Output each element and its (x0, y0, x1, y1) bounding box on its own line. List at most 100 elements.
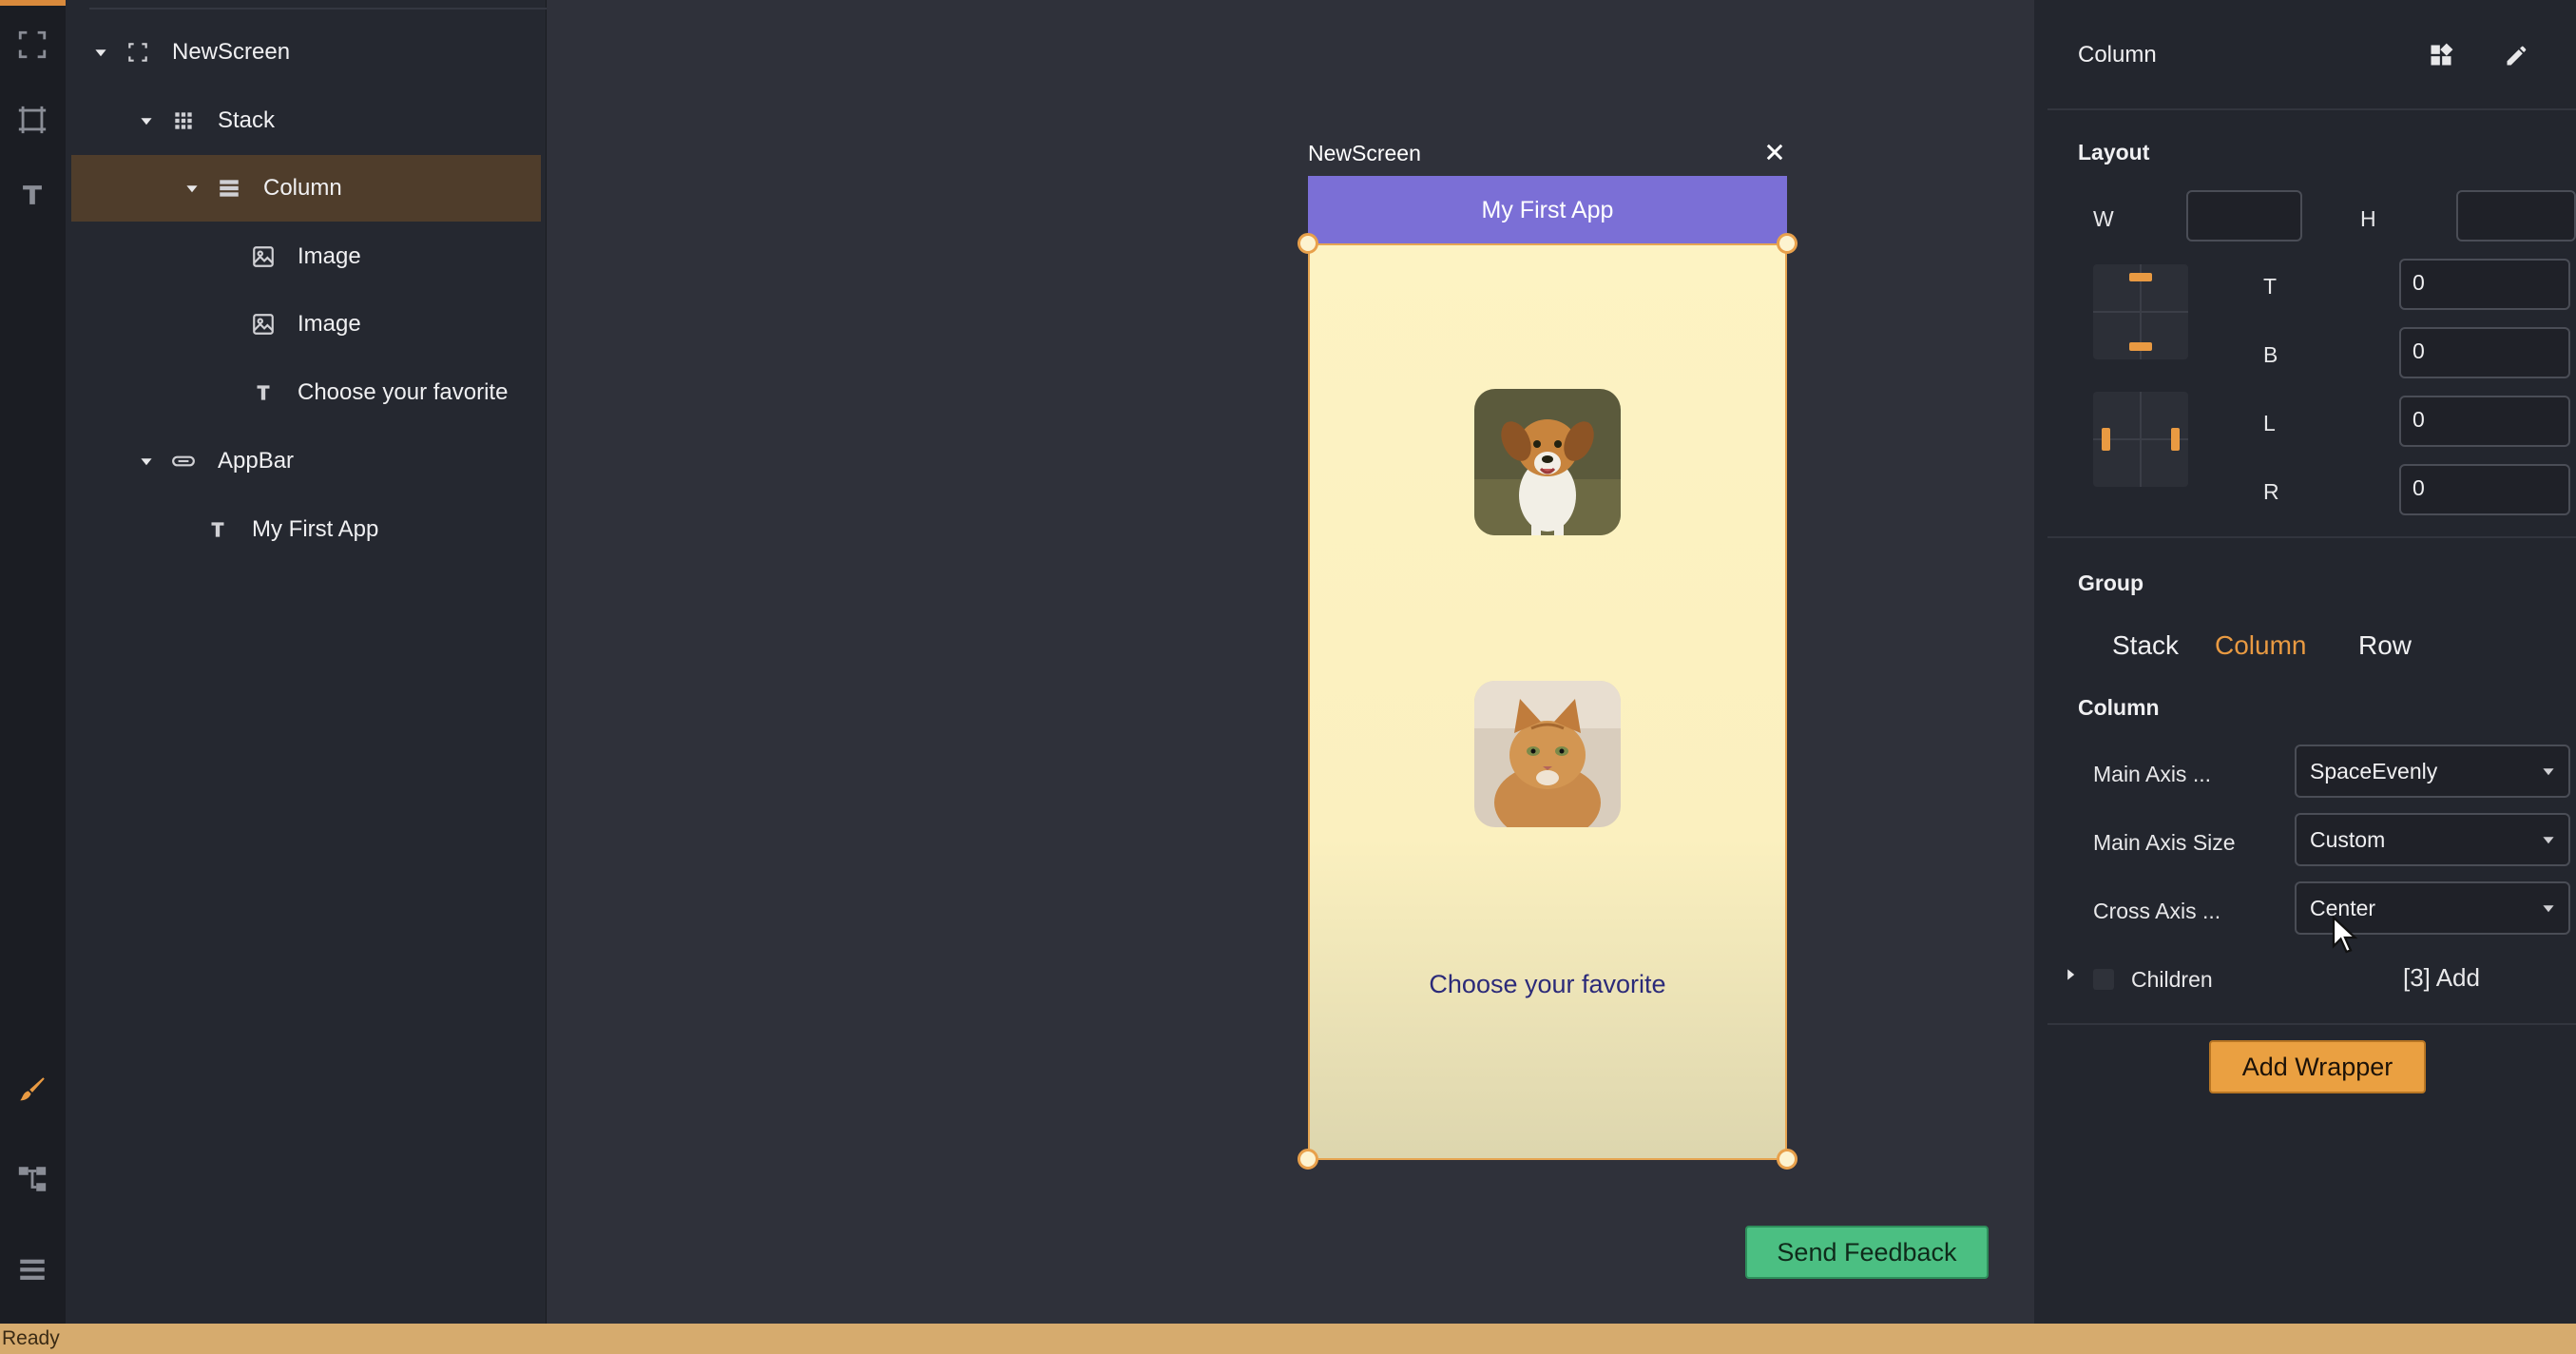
tree-item-label: NewScreen (172, 39, 291, 65)
widget-tree-panel: NewScreen Stack Column Image Image Choos… (66, 0, 601, 1324)
text-icon (202, 514, 233, 545)
tree-item-stack[interactable]: Stack (71, 87, 541, 154)
cross-axis-label: Cross Axis ... (2093, 899, 2221, 923)
add-wrapper-label: Add Wrapper (2241, 1052, 2393, 1081)
hierarchy-icon[interactable] (11, 1158, 53, 1200)
add-wrapper-button[interactable]: Add Wrapper (2209, 1040, 2426, 1093)
mouse-cursor-icon (2332, 915, 2358, 954)
tree-item-label: Choose your favorite (298, 379, 509, 405)
caret-down-icon[interactable] (182, 178, 202, 199)
app-window: NewScreen Stack Column Image Image Choos… (0, 0, 2576, 1354)
left-anchor-icon (2102, 428, 2110, 451)
main-axis-size-value: Custom (2310, 826, 2386, 852)
resize-handle-bottom-right[interactable] (1777, 1149, 1797, 1170)
add-child-button[interactable]: [3] Add (2403, 963, 2480, 993)
close-icon[interactable] (1761, 139, 1788, 165)
main-axis-value: SpaceEvenly (2310, 758, 2438, 783)
properties-title: Column (2078, 42, 2157, 68)
cat-photo[interactable] (1474, 681, 1621, 827)
app-bar-title: My First App (1481, 196, 1614, 223)
tree-item-appbar[interactable]: AppBar (71, 428, 541, 494)
column-icon (214, 173, 244, 203)
tree-item-newscreen[interactable]: NewScreen (71, 19, 541, 86)
dog-photo[interactable] (1474, 389, 1621, 535)
horizontal-padding-toggle[interactable] (2093, 392, 2188, 487)
edit-icon[interactable] (2500, 38, 2534, 72)
group-option-column[interactable]: Column (2215, 630, 2306, 661)
group-option-stack[interactable]: Stack (2112, 630, 2179, 661)
tree-item-label: My First App (252, 516, 379, 542)
section-divider (2047, 108, 2576, 110)
brush-icon[interactable] (11, 1069, 53, 1111)
frame-icon[interactable] (11, 99, 53, 141)
left-label: L (2263, 411, 2276, 435)
height-label: H (2360, 206, 2376, 231)
tree-item-label: AppBar (218, 448, 295, 474)
tool-rail (0, 0, 66, 1324)
dropdown-arrow-icon (2543, 837, 2554, 844)
widgets-icon[interactable] (2424, 38, 2458, 72)
bottom-input[interactable]: 0 (2399, 327, 2570, 378)
send-feedback-label: Send Feedback (1777, 1237, 1957, 1267)
send-feedback-button[interactable]: Send Feedback (1745, 1226, 1989, 1279)
choose-favorite-text[interactable]: Choose your favorite (1308, 970, 1787, 999)
design-canvas[interactable] (547, 0, 2034, 1324)
status-bar: Ready (0, 1324, 2576, 1354)
vertical-padding-toggle[interactable] (2093, 264, 2188, 359)
appbar-icon (168, 446, 199, 476)
width-input[interactable] (2186, 190, 2302, 242)
status-text: Ready (2, 1327, 60, 1349)
dropdown-arrow-icon (2543, 768, 2554, 776)
tree-item-text[interactable]: My First App (71, 496, 541, 563)
tree-item-column[interactable]: Column (71, 155, 541, 222)
app-bar[interactable]: My First App (1308, 176, 1787, 244)
tree-item-text[interactable]: Choose your favorite (71, 359, 541, 426)
caret-right-icon[interactable] (2064, 968, 2077, 981)
caret-down-icon[interactable] (136, 451, 157, 472)
bottom-anchor-icon (2129, 342, 2152, 351)
tree-item-image[interactable]: Image (71, 291, 541, 358)
children-checkbox[interactable] (2093, 969, 2114, 990)
text-tool-icon[interactable] (11, 174, 53, 216)
top-input[interactable]: 0 (2399, 259, 2570, 310)
caret-down-icon[interactable] (136, 110, 157, 131)
column-section-title: Column (2078, 695, 2160, 720)
resize-handle-top-left[interactable] (1298, 233, 1318, 254)
screen-title: NewScreen (1308, 141, 1421, 165)
caret-down-icon[interactable] (90, 42, 111, 63)
top-anchor-icon (2129, 273, 2152, 281)
main-axis-select[interactable]: SpaceEvenly (2295, 745, 2570, 798)
panel-divider (89, 8, 601, 10)
tree-item-image[interactable]: Image (71, 223, 541, 290)
text-icon (248, 377, 279, 408)
tree-item-label: Image (298, 243, 361, 269)
rail-accent (0, 0, 66, 6)
resize-handle-top-right[interactable] (1777, 233, 1797, 254)
top-label: T (2263, 274, 2278, 299)
image-icon (248, 242, 279, 272)
right-label: R (2263, 479, 2279, 504)
width-label: W (2093, 206, 2114, 231)
right-anchor-icon (2171, 428, 2180, 451)
guide-line (2093, 311, 2188, 313)
height-input[interactable] (2456, 190, 2576, 242)
resize-handle-bottom-left[interactable] (1298, 1149, 1318, 1170)
grid-icon (168, 106, 199, 136)
layout-section-title: Layout (2078, 140, 2150, 164)
image-icon (248, 309, 279, 339)
list-icon[interactable] (11, 1249, 53, 1291)
section-divider (2047, 536, 2576, 538)
left-input[interactable]: 0 (2399, 396, 2570, 447)
children-label: Children (2131, 967, 2213, 992)
group-section-title: Group (2078, 571, 2143, 595)
main-axis-size-select[interactable]: Custom (2295, 813, 2570, 866)
fullscreen-icon (123, 37, 153, 68)
fullscreen-icon[interactable] (11, 24, 53, 66)
bottom-label: B (2263, 342, 2278, 367)
section-divider (2047, 1023, 2576, 1025)
group-option-row[interactable]: Row (2358, 630, 2412, 661)
right-input[interactable]: 0 (2399, 464, 2570, 515)
tree-item-label: Stack (218, 107, 276, 133)
dropdown-arrow-icon (2543, 905, 2554, 913)
tree-item-label: Image (298, 311, 361, 337)
